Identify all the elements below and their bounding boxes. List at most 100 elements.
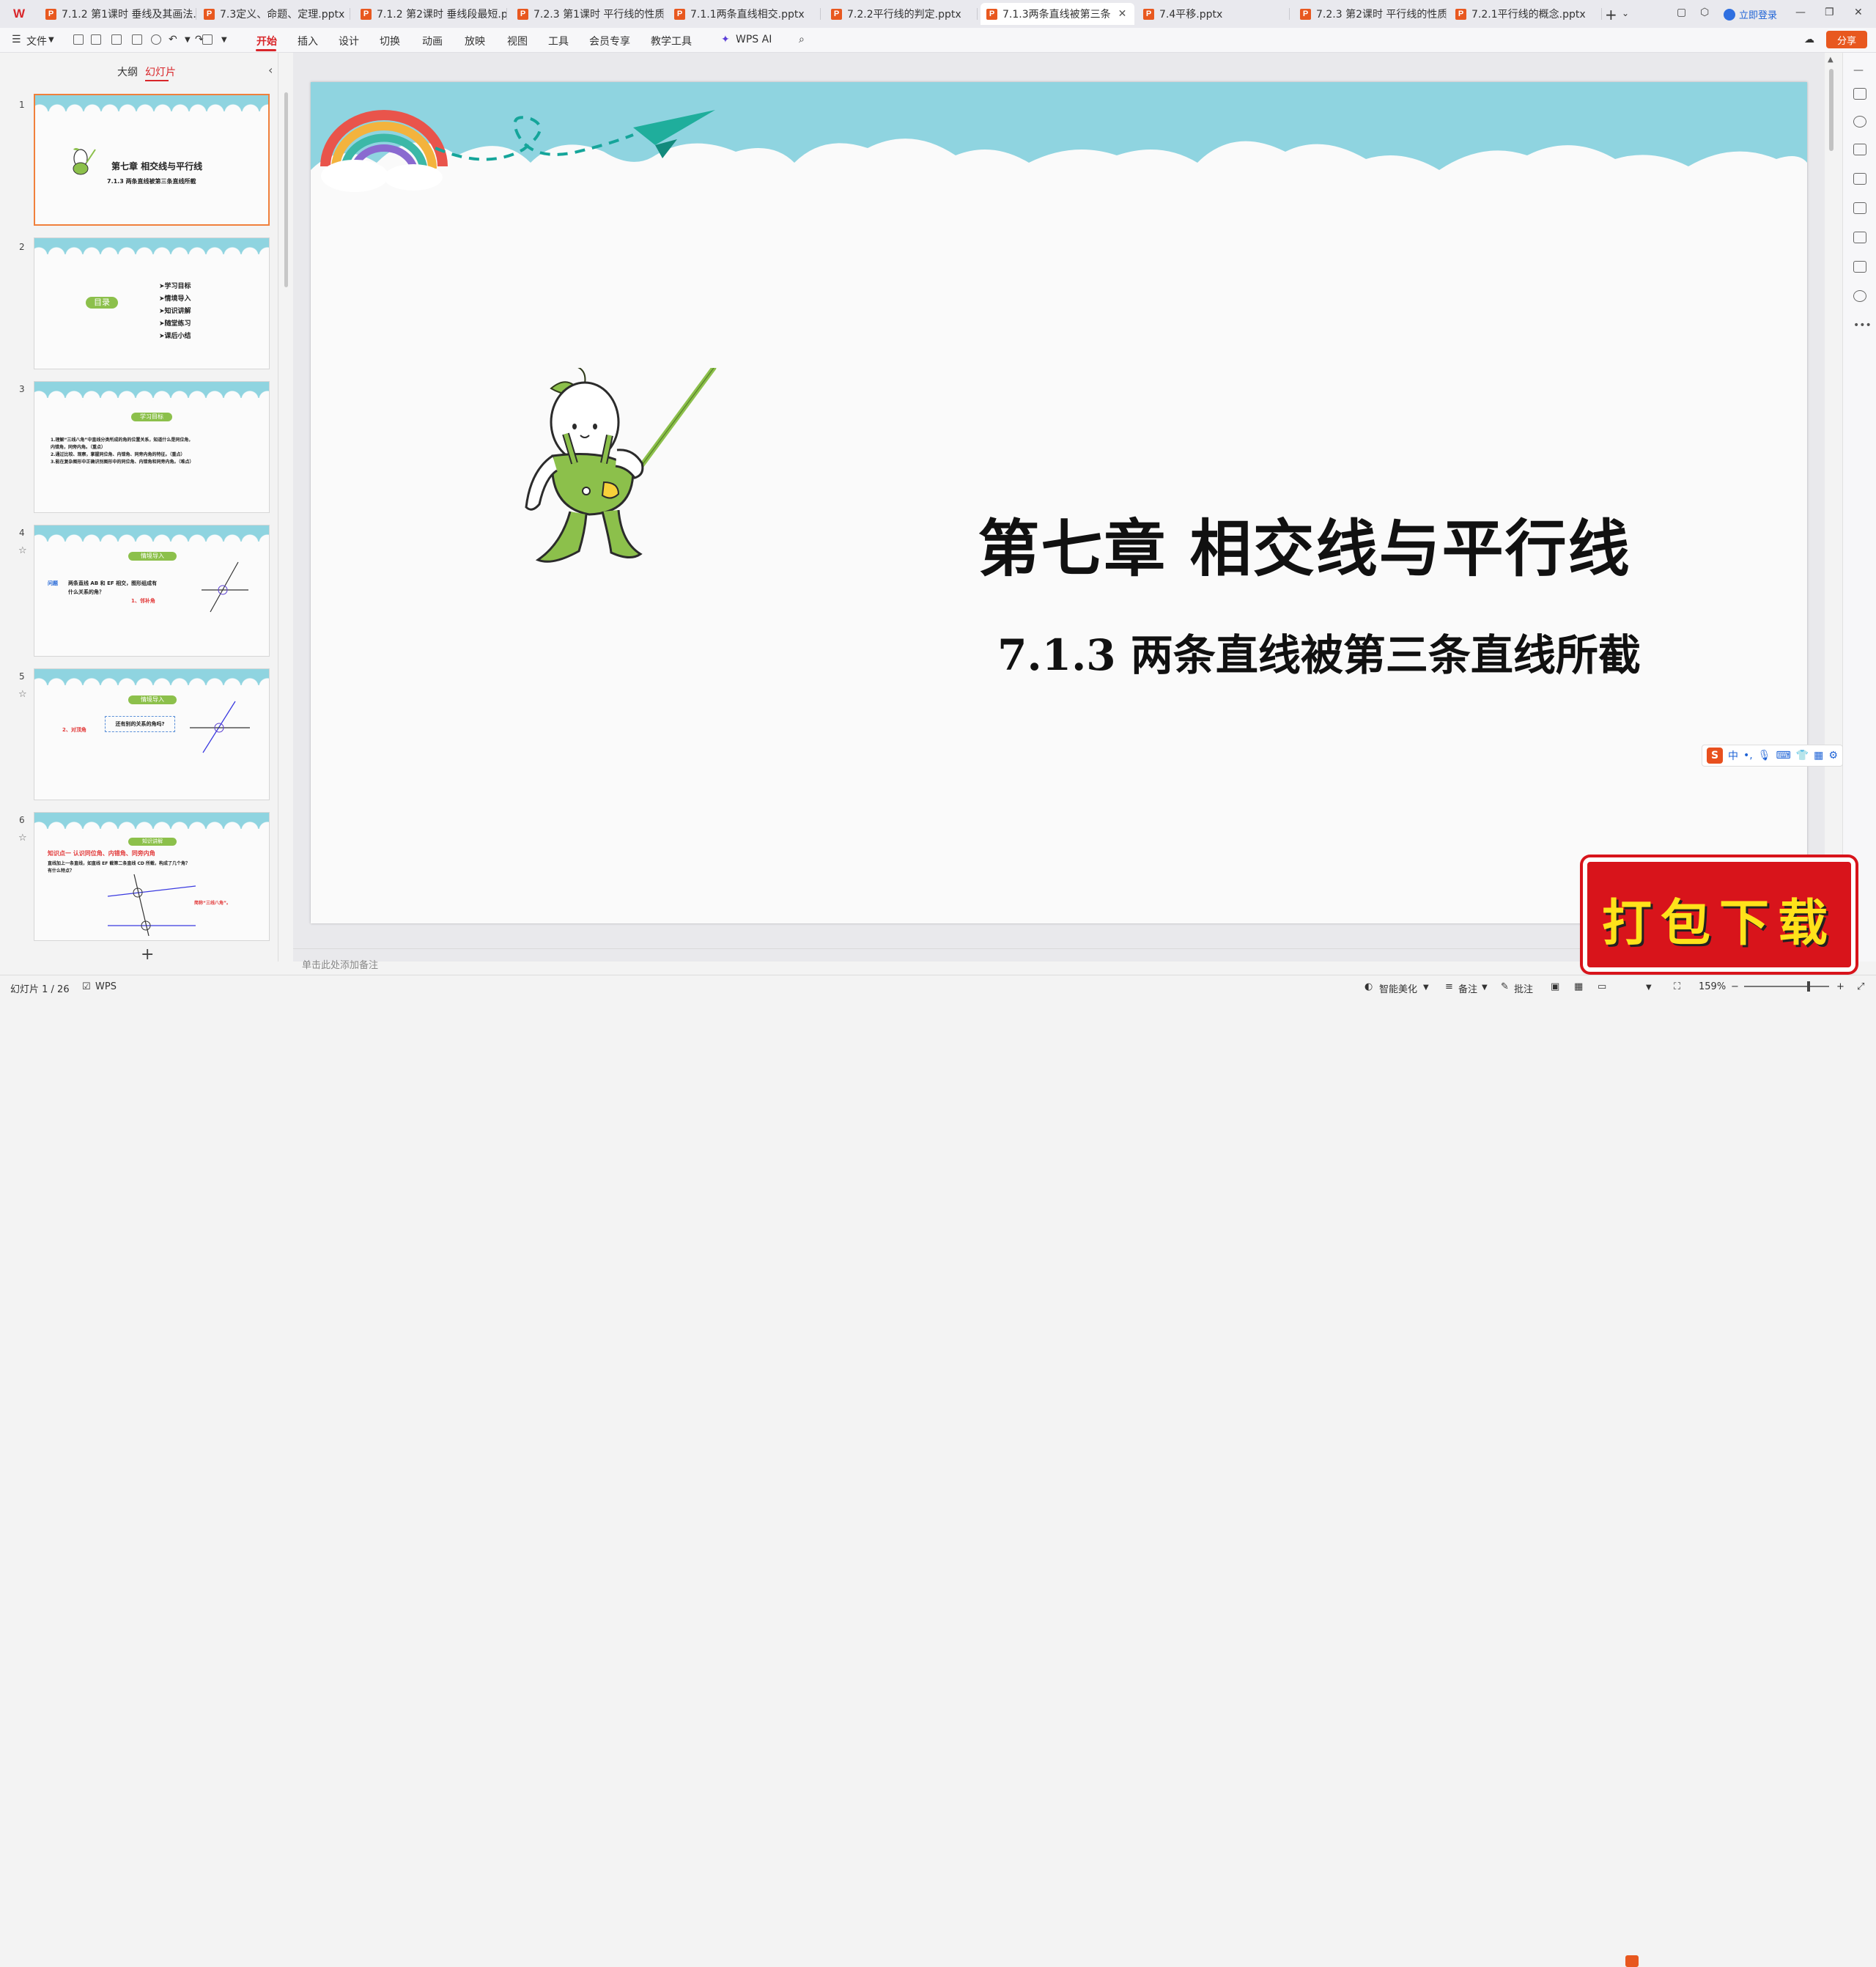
reading-view-icon[interactable]: ▭ <box>1598 981 1606 992</box>
check-icon[interactable]: ☑ <box>82 981 91 992</box>
fit-window-icon[interactable]: ⛶ <box>1674 981 1680 992</box>
slide-thumbnail-2[interactable]: 目录 ➤学习目标 ➤情境导入 ➤知识讲解 ➤随堂练习 ➤课后小结 <box>34 237 270 369</box>
slide-thumbnail-4[interactable]: 情境导入 问题 两条直线 AB 和 EF 相交，图形组成有 什么关系的角？ 1、… <box>34 525 270 657</box>
cloud-sync-icon[interactable]: ☁ <box>1804 34 1814 45</box>
styles-icon[interactable] <box>202 34 213 45</box>
add-slide-plus-icon[interactable]: + <box>141 945 154 964</box>
fullscreen-icon[interactable]: ⤢ <box>1857 981 1864 992</box>
search-icon[interactable]: ⌕ <box>799 34 805 45</box>
beautify-icon[interactable]: ◐ <box>1364 981 1373 992</box>
grid-icon[interactable]: ▦ <box>1814 750 1823 761</box>
thumbnail-scrollbar[interactable] <box>284 92 288 287</box>
slide-thumbnail-5[interactable]: 情境导入 2、对顶角 还有别的关系的角吗? <box>34 668 270 800</box>
doc-tab-9[interactable]: P 7.2.3 第2课时 平行线的性质与 <box>1294 3 1447 25</box>
notes-icon[interactable]: ≡ <box>1445 981 1453 992</box>
menu-wps-ai[interactable]: WPS AI <box>736 34 772 45</box>
help-icon[interactable] <box>1853 290 1866 302</box>
menu-teaching-tools[interactable]: 教学工具 <box>651 34 692 48</box>
tab-slides[interactable]: 幻灯片 <box>145 64 176 79</box>
smart-beautify-button[interactable]: 智能美化 <box>1379 981 1417 995</box>
doc-tab-3[interactable]: P 7.1.2 第2课时 垂线段最短.pptx <box>355 3 507 25</box>
hamburger-menu-icon[interactable]: ☰ <box>12 34 21 45</box>
format-painter-icon[interactable] <box>151 34 161 45</box>
close-icon[interactable]: ✕ <box>1118 8 1127 20</box>
normal-view-icon[interactable]: ▣ <box>1551 981 1559 992</box>
cube-icon[interactable]: ⬡ <box>1700 7 1709 18</box>
doc-tab-1[interactable]: P 7.1.2 第1课时 垂线及其画法.pp <box>40 3 196 25</box>
zoom-slider-track[interactable] <box>1744 986 1829 987</box>
print-preview-icon[interactable] <box>132 34 142 45</box>
wps-ai-icon[interactable]: ✦ <box>721 34 730 45</box>
star-icon[interactable]: ☆ <box>18 833 27 844</box>
main-slide[interactable]: 第七章 相交线与平行线 7.1.3 两条直线被第三条直线所截 <box>311 82 1807 923</box>
window-close-icon[interactable]: ✕ <box>1854 7 1863 18</box>
slide-thumbnail-1[interactable]: 第七章 相交线与平行线 7.1.3 两条直线被第三条直线所截 <box>34 94 270 226</box>
login-link[interactable]: 立即登录 <box>1724 7 1777 21</box>
template-icon[interactable] <box>1853 261 1866 273</box>
slide-thumbnail-3[interactable]: 学习目标 1.理解“三线八角”中直线分类所成的角的位置关系，知道什么是同位角， … <box>34 381 270 513</box>
microphone-icon[interactable]: 🎙 <box>1758 750 1771 761</box>
animation-icon[interactable] <box>1853 116 1866 128</box>
keyboard-icon[interactable]: ⌨ <box>1776 750 1791 761</box>
comments-button[interactable]: 批注 <box>1514 981 1533 995</box>
notes-placeholder[interactable]: 单击此处添加备注 <box>302 957 378 971</box>
chevron-down-icon[interactable]: ▼ <box>1482 984 1488 992</box>
notes-button[interactable]: 备注 <box>1458 981 1477 995</box>
doc-tab-6[interactable]: P 7.2.2平行线的判定.pptx <box>825 3 978 25</box>
input-method-toolbar[interactable]: S 中 •, 🎙 ⌨ 👕 ▦ ⚙ <box>1702 745 1843 767</box>
wps-logo-icon[interactable]: W <box>13 7 31 21</box>
skin-icon[interactable]: 👕 <box>1796 750 1809 761</box>
chevron-down-icon[interactable]: ▼ <box>1423 984 1429 992</box>
picture-icon[interactable] <box>1853 202 1866 214</box>
vertical-scrollbar[interactable] <box>1829 69 1833 151</box>
download-badge[interactable]: 打包下载 <box>1583 857 1855 972</box>
zoom-level[interactable]: 159% <box>1699 981 1726 992</box>
share-button[interactable]: 分享 <box>1826 31 1867 48</box>
doc-tab-7-active[interactable]: P 7.1.3两条直线被第三条 ✕ <box>981 3 1134 25</box>
chevron-down-icon[interactable]: ▼ <box>1646 984 1652 992</box>
doc-tab-8[interactable]: P 7.4平移.pptx <box>1137 3 1290 25</box>
menu-animation[interactable]: 动画 <box>422 34 443 48</box>
play-slideshow-icon[interactable] <box>1625 1955 1639 1967</box>
undo-icon[interactable]: ↶ <box>169 34 177 45</box>
chevron-down-icon[interactable]: ⌄ <box>1622 8 1629 18</box>
tools-icon[interactable] <box>1853 232 1866 243</box>
doc-tab-5[interactable]: P 7.1.1两条直线相交.pptx <box>668 3 821 25</box>
zoom-slider-handle[interactable] <box>1807 981 1810 992</box>
menu-slideshow[interactable]: 放映 <box>465 34 485 48</box>
tab-outline[interactable]: 大纲 <box>117 64 138 79</box>
menu-insert[interactable]: 插入 <box>298 34 318 48</box>
menu-start[interactable]: 开始 <box>256 34 277 48</box>
window-layout-icon[interactable]: ▢ <box>1677 7 1686 18</box>
new-tab-plus-icon[interactable]: + <box>1605 6 1617 23</box>
menu-transition[interactable]: 切换 <box>380 34 400 48</box>
zoom-out-icon[interactable]: − <box>1731 981 1739 992</box>
chevron-down-icon[interactable]: ▼ <box>48 36 54 44</box>
doc-tab-2[interactable]: P 7.3定义、命题、定理.pptx <box>198 3 350 25</box>
scroll-up-icon[interactable]: ▲ <box>1828 56 1833 64</box>
save-icon[interactable] <box>73 34 84 45</box>
slide-title[interactable]: 第七章 相交线与平行线 <box>311 500 1807 588</box>
print-icon[interactable] <box>111 34 122 45</box>
settings-icon[interactable]: ⚙ <box>1828 750 1838 761</box>
star-icon[interactable]: ☆ <box>18 689 27 700</box>
minimize-panel-icon[interactable]: — <box>1853 64 1864 76</box>
more-icon[interactable]: ••• <box>1853 320 1872 331</box>
grid-view-icon[interactable]: ▦ <box>1574 981 1583 992</box>
minimize-icon[interactable]: — <box>1795 7 1806 18</box>
doc-tab-4[interactable]: P 7.2.3 第1课时 平行线的性质.pp <box>512 3 664 25</box>
properties-icon[interactable] <box>1853 88 1866 100</box>
doc-tab-10[interactable]: P 7.2.1平行线的概念.pptx <box>1450 3 1602 25</box>
punctuation-icon[interactable]: •, <box>1743 750 1753 761</box>
collapse-panel-icon[interactable]: ‹ <box>268 63 273 77</box>
chevron-down-icon[interactable]: ▼ <box>221 36 227 44</box>
ime-mode-label[interactable]: 中 <box>1728 748 1738 763</box>
zoom-in-icon[interactable]: + <box>1836 981 1844 992</box>
restore-icon[interactable]: ❐ <box>1825 7 1834 18</box>
menu-design[interactable]: 设计 <box>339 34 359 48</box>
export-pdf-icon[interactable] <box>91 34 101 45</box>
star-icon[interactable] <box>1853 144 1866 155</box>
star-icon[interactable]: ☆ <box>18 545 27 556</box>
chevron-down-icon[interactable]: ▼ <box>185 36 191 44</box>
menu-tools[interactable]: 工具 <box>548 34 569 48</box>
